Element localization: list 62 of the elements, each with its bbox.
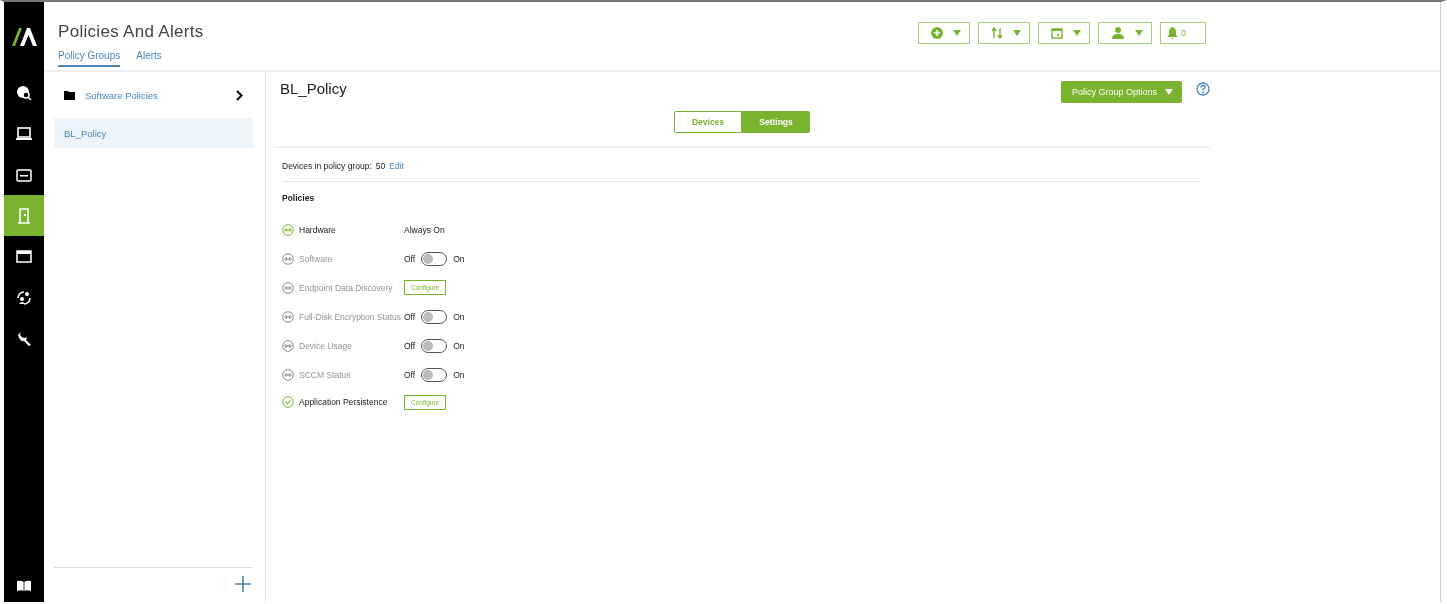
link-circle-icon: [282, 339, 294, 352]
policy-title: BL_Policy: [280, 80, 348, 97]
policy-value: Always On: [404, 224, 445, 235]
toggle-switch[interactable]: [421, 309, 448, 324]
window-icon[interactable]: [16, 250, 32, 263]
tab[interactable]: Policy Groups: [58, 50, 121, 67]
caret-icon: [1135, 30, 1143, 36]
policy-name: Endpoint Data Discovery: [299, 282, 393, 293]
link-circle-icon: [282, 252, 294, 265]
user-icon: [1111, 27, 1125, 39]
on-label: On: [453, 311, 465, 322]
on-label: On: [453, 253, 465, 264]
toggle-switch[interactable]: [421, 338, 448, 353]
caret-icon: [1165, 89, 1173, 95]
off-label: Off: [404, 340, 416, 351]
devices-count: 50: [375, 161, 386, 171]
help-icon[interactable]: [1196, 82, 1210, 96]
laptop-icon[interactable]: [16, 126, 32, 141]
link-circle-icon: [282, 223, 294, 236]
tab[interactable]: Alerts: [136, 50, 162, 67]
view-tab[interactable]: Devices: [674, 111, 742, 133]
policy-group-folder[interactable]: Software Policies: [54, 80, 253, 110]
policy-group-item[interactable]: BL_Policy: [54, 118, 253, 148]
toggle-switch[interactable]: [421, 251, 448, 266]
policy-name: Software: [299, 253, 333, 264]
on-label: On: [453, 369, 465, 380]
caret-icon: [953, 30, 961, 36]
policy-name: Full-Disk Encryption Status: [299, 311, 402, 322]
policy-name: Application Persistence: [299, 397, 388, 407]
add-icon: [931, 27, 943, 39]
add-icon[interactable]: [235, 575, 251, 595]
caret-icon: [1073, 30, 1081, 36]
edit-link[interactable]: Edit: [389, 161, 404, 171]
link-circle-icon: [282, 310, 294, 323]
view-tab[interactable]: Settings: [742, 111, 810, 133]
policy-name: Device Usage: [299, 340, 352, 351]
policies-heading: Policies: [282, 193, 316, 203]
check-circle-icon: [282, 396, 294, 408]
sort-arrows-icon: [991, 27, 1003, 39]
logo-icon: [11, 27, 37, 47]
globe-search-icon[interactable]: [16, 84, 32, 101]
link-circle-icon: [282, 368, 294, 381]
bell-icon: [1167, 27, 1178, 39]
off-label: Off: [404, 253, 416, 264]
page-title: Policies And Alerts: [58, 22, 205, 42]
notifications-button[interactable]: 0: [1160, 22, 1206, 44]
policy-name: Hardware: [299, 224, 336, 235]
off-label: Off: [404, 311, 416, 322]
off-label: Off: [404, 369, 416, 380]
link-circle-icon: [282, 281, 294, 294]
policy-group-options-button[interactable]: Policy Group Options: [1060, 81, 1182, 103]
chevron-right-icon: [236, 89, 243, 101]
calendar-icon: [1051, 27, 1063, 39]
on-label: On: [453, 340, 465, 351]
folder-icon: [64, 90, 75, 100]
toggle-switch[interactable]: [421, 367, 448, 382]
people-icon[interactable]: [16, 289, 32, 306]
book-icon[interactable]: [17, 579, 31, 591]
caret-icon: [1013, 30, 1021, 36]
devices-count-label: Devices in policy group:: [282, 161, 372, 171]
folder-icon[interactable]: [16, 167, 32, 182]
policy-name: SCCM Status: [299, 369, 351, 380]
